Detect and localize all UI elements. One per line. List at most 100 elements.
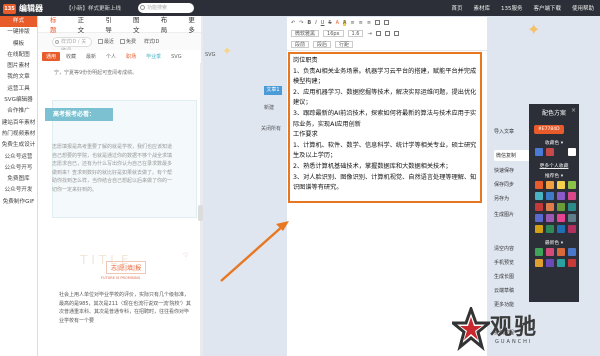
color-swatch[interactable] (557, 225, 565, 233)
color-swatch[interactable] (568, 259, 576, 267)
color-swatch[interactable] (546, 148, 554, 156)
color-swatch[interactable] (568, 148, 576, 156)
redo-icon[interactable]: ↷ (299, 20, 303, 26)
undo-icon[interactable]: ↶ (291, 20, 295, 26)
tab-layout[interactable]: 布局 (161, 14, 174, 34)
color-swatch[interactable] (557, 259, 565, 267)
color-swatch[interactable] (535, 148, 543, 156)
leftnav-item[interactable]: 图片素材 (0, 61, 37, 72)
nav-material[interactable]: 素材库 (473, 4, 490, 12)
style-search-input[interactable]: 样式ID / 关键词 (52, 36, 92, 54)
line-height-select[interactable]: 1.6 (347, 30, 364, 37)
color-swatch[interactable] (546, 248, 554, 256)
color-swatch[interactable] (568, 214, 576, 222)
color-swatch[interactable] (546, 203, 554, 211)
color-swatch[interactable] (535, 192, 543, 200)
space-before-select[interactable]: 段前 (291, 41, 310, 48)
chip-latest[interactable]: 最新 (82, 52, 100, 61)
color-swatch[interactable] (557, 203, 565, 211)
font-size-select[interactable]: 16px (323, 30, 344, 37)
save-sync-button[interactable]: 保存同步 (494, 181, 530, 188)
chip-favorites[interactable]: 收藏 (62, 52, 80, 61)
nav-service[interactable]: 135服务 (501, 4, 523, 12)
color-swatch[interactable] (557, 248, 565, 256)
color-swatch[interactable] (535, 203, 543, 211)
color-swatch[interactable] (546, 214, 554, 222)
import-article-button[interactable]: 导入文章 (494, 128, 530, 135)
latest-colors-label[interactable]: 最新色 ▾ (529, 239, 579, 246)
color-swatch[interactable] (557, 214, 565, 222)
color-swatch[interactable] (535, 259, 543, 267)
tab-body[interactable]: 正文 (78, 14, 91, 34)
wechat-copy-button[interactable]: 微信复制 (494, 150, 530, 161)
clear-content-button[interactable]: 清空内容 (494, 245, 530, 252)
bold-button[interactable]: B (307, 20, 311, 26)
leftnav-item[interactable]: 模板 (0, 39, 37, 50)
generate-image-button[interactable]: 生成图片 (494, 211, 530, 218)
leftnav-item[interactable]: 合作推广 (0, 106, 37, 117)
color-swatch[interactable] (546, 259, 554, 267)
indent-icon[interactable]: ⇥ (367, 31, 371, 37)
tab-guide[interactable]: 引导 (105, 14, 118, 34)
tab-title[interactable]: 标题 (50, 14, 63, 34)
table-icon[interactable] (375, 20, 381, 25)
color-swatch[interactable] (546, 225, 554, 233)
chip-svg[interactable]: SVG (167, 53, 185, 61)
favorite-colors-label[interactable]: 收藏色 ▾ (529, 139, 579, 146)
leftnav-item[interactable]: SVG编辑器 (0, 95, 37, 106)
underline-button[interactable]: U (321, 20, 325, 26)
clear-format-icon[interactable] (393, 31, 399, 36)
leftnav-item[interactable]: 在线配图 (0, 50, 37, 61)
document-content[interactable]: 岗位职责 1、负责AI相关业务场景。机器学习云平台的搭建，赋能平台并完成模型构建… (293, 56, 481, 194)
color-swatch[interactable] (535, 225, 543, 233)
font-family-select[interactable]: 微软雅黑 (291, 30, 320, 37)
color-swatch[interactable] (535, 181, 543, 189)
latest-checkbox[interactable] (98, 39, 103, 44)
italic-button[interactable]: I (315, 20, 316, 26)
tab-image-text[interactable]: 图文 (133, 14, 146, 34)
save-as-button[interactable]: 另存为 (494, 195, 530, 202)
leftnav-item[interactable]: 运营工具 (0, 84, 37, 95)
new-button[interactable]: 新建 (264, 104, 274, 111)
leftnav-item[interactable]: 公众号开写 (0, 163, 37, 174)
color-swatch[interactable] (535, 214, 543, 222)
line-spacing-select[interactable]: 行距 (335, 41, 354, 48)
tab-more[interactable]: 更多 (188, 14, 201, 34)
highlight-button[interactable]: A (342, 19, 347, 26)
chip-workplace[interactable]: 职场 (122, 52, 140, 61)
color-swatch[interactable] (557, 148, 565, 156)
color-swatch[interactable] (568, 203, 576, 211)
leftnav-item[interactable]: 热门视频素材 (0, 129, 37, 140)
align-left-button[interactable]: ≡ (350, 20, 354, 26)
color-swatch[interactable] (568, 248, 576, 256)
color-swatch[interactable] (546, 192, 554, 200)
quick-save-button[interactable]: 快速保存 (494, 167, 530, 174)
article-tab[interactable]: 文章1 (264, 86, 282, 95)
style-id-dropdown[interactable]: 样式ID (144, 38, 159, 45)
current-color-pill[interactable]: #E7784D (534, 125, 564, 134)
align-right-button[interactable]: ≡ (367, 20, 371, 26)
link-icon[interactable] (375, 31, 381, 36)
more-favorites-link[interactable]: 更多个人收藏 (529, 162, 579, 169)
recommended-colors-label[interactable]: 推荐色 ▾ (529, 172, 579, 179)
leftnav-item[interactable]: 公众号开发 (0, 185, 37, 196)
cloud-draft-button[interactable]: 云端草稿 (494, 287, 530, 294)
nav-download[interactable]: 客户端下载 (533, 4, 561, 12)
free-checkbox[interactable] (120, 39, 126, 44)
color-swatch[interactable] (557, 181, 565, 189)
function-search-input[interactable]: 功能搜索 (138, 3, 194, 13)
leftnav-item[interactable]: 公众号运营 (0, 152, 37, 163)
strike-button[interactable]: S (328, 20, 331, 26)
update-notice[interactable]: 【小新】样式更新上线 (66, 4, 121, 12)
heart-icon[interactable]: ♡ (183, 252, 188, 259)
close-all-button[interactable]: 关闭所有 (261, 125, 281, 132)
long-image-button[interactable]: 生成长图 (494, 273, 530, 280)
color-swatch[interactable] (568, 192, 576, 200)
leftnav-item[interactable]: 我的文章 (0, 72, 37, 83)
leftnav-item-styles[interactable]: 样式 (0, 16, 37, 28)
color-swatch[interactable] (546, 181, 554, 189)
image-icon[interactable] (384, 20, 390, 25)
nav-home[interactable]: 首页 (451, 4, 462, 12)
chip-general[interactable]: 通用 (42, 52, 61, 61)
font-color-button[interactable]: A (336, 20, 339, 26)
